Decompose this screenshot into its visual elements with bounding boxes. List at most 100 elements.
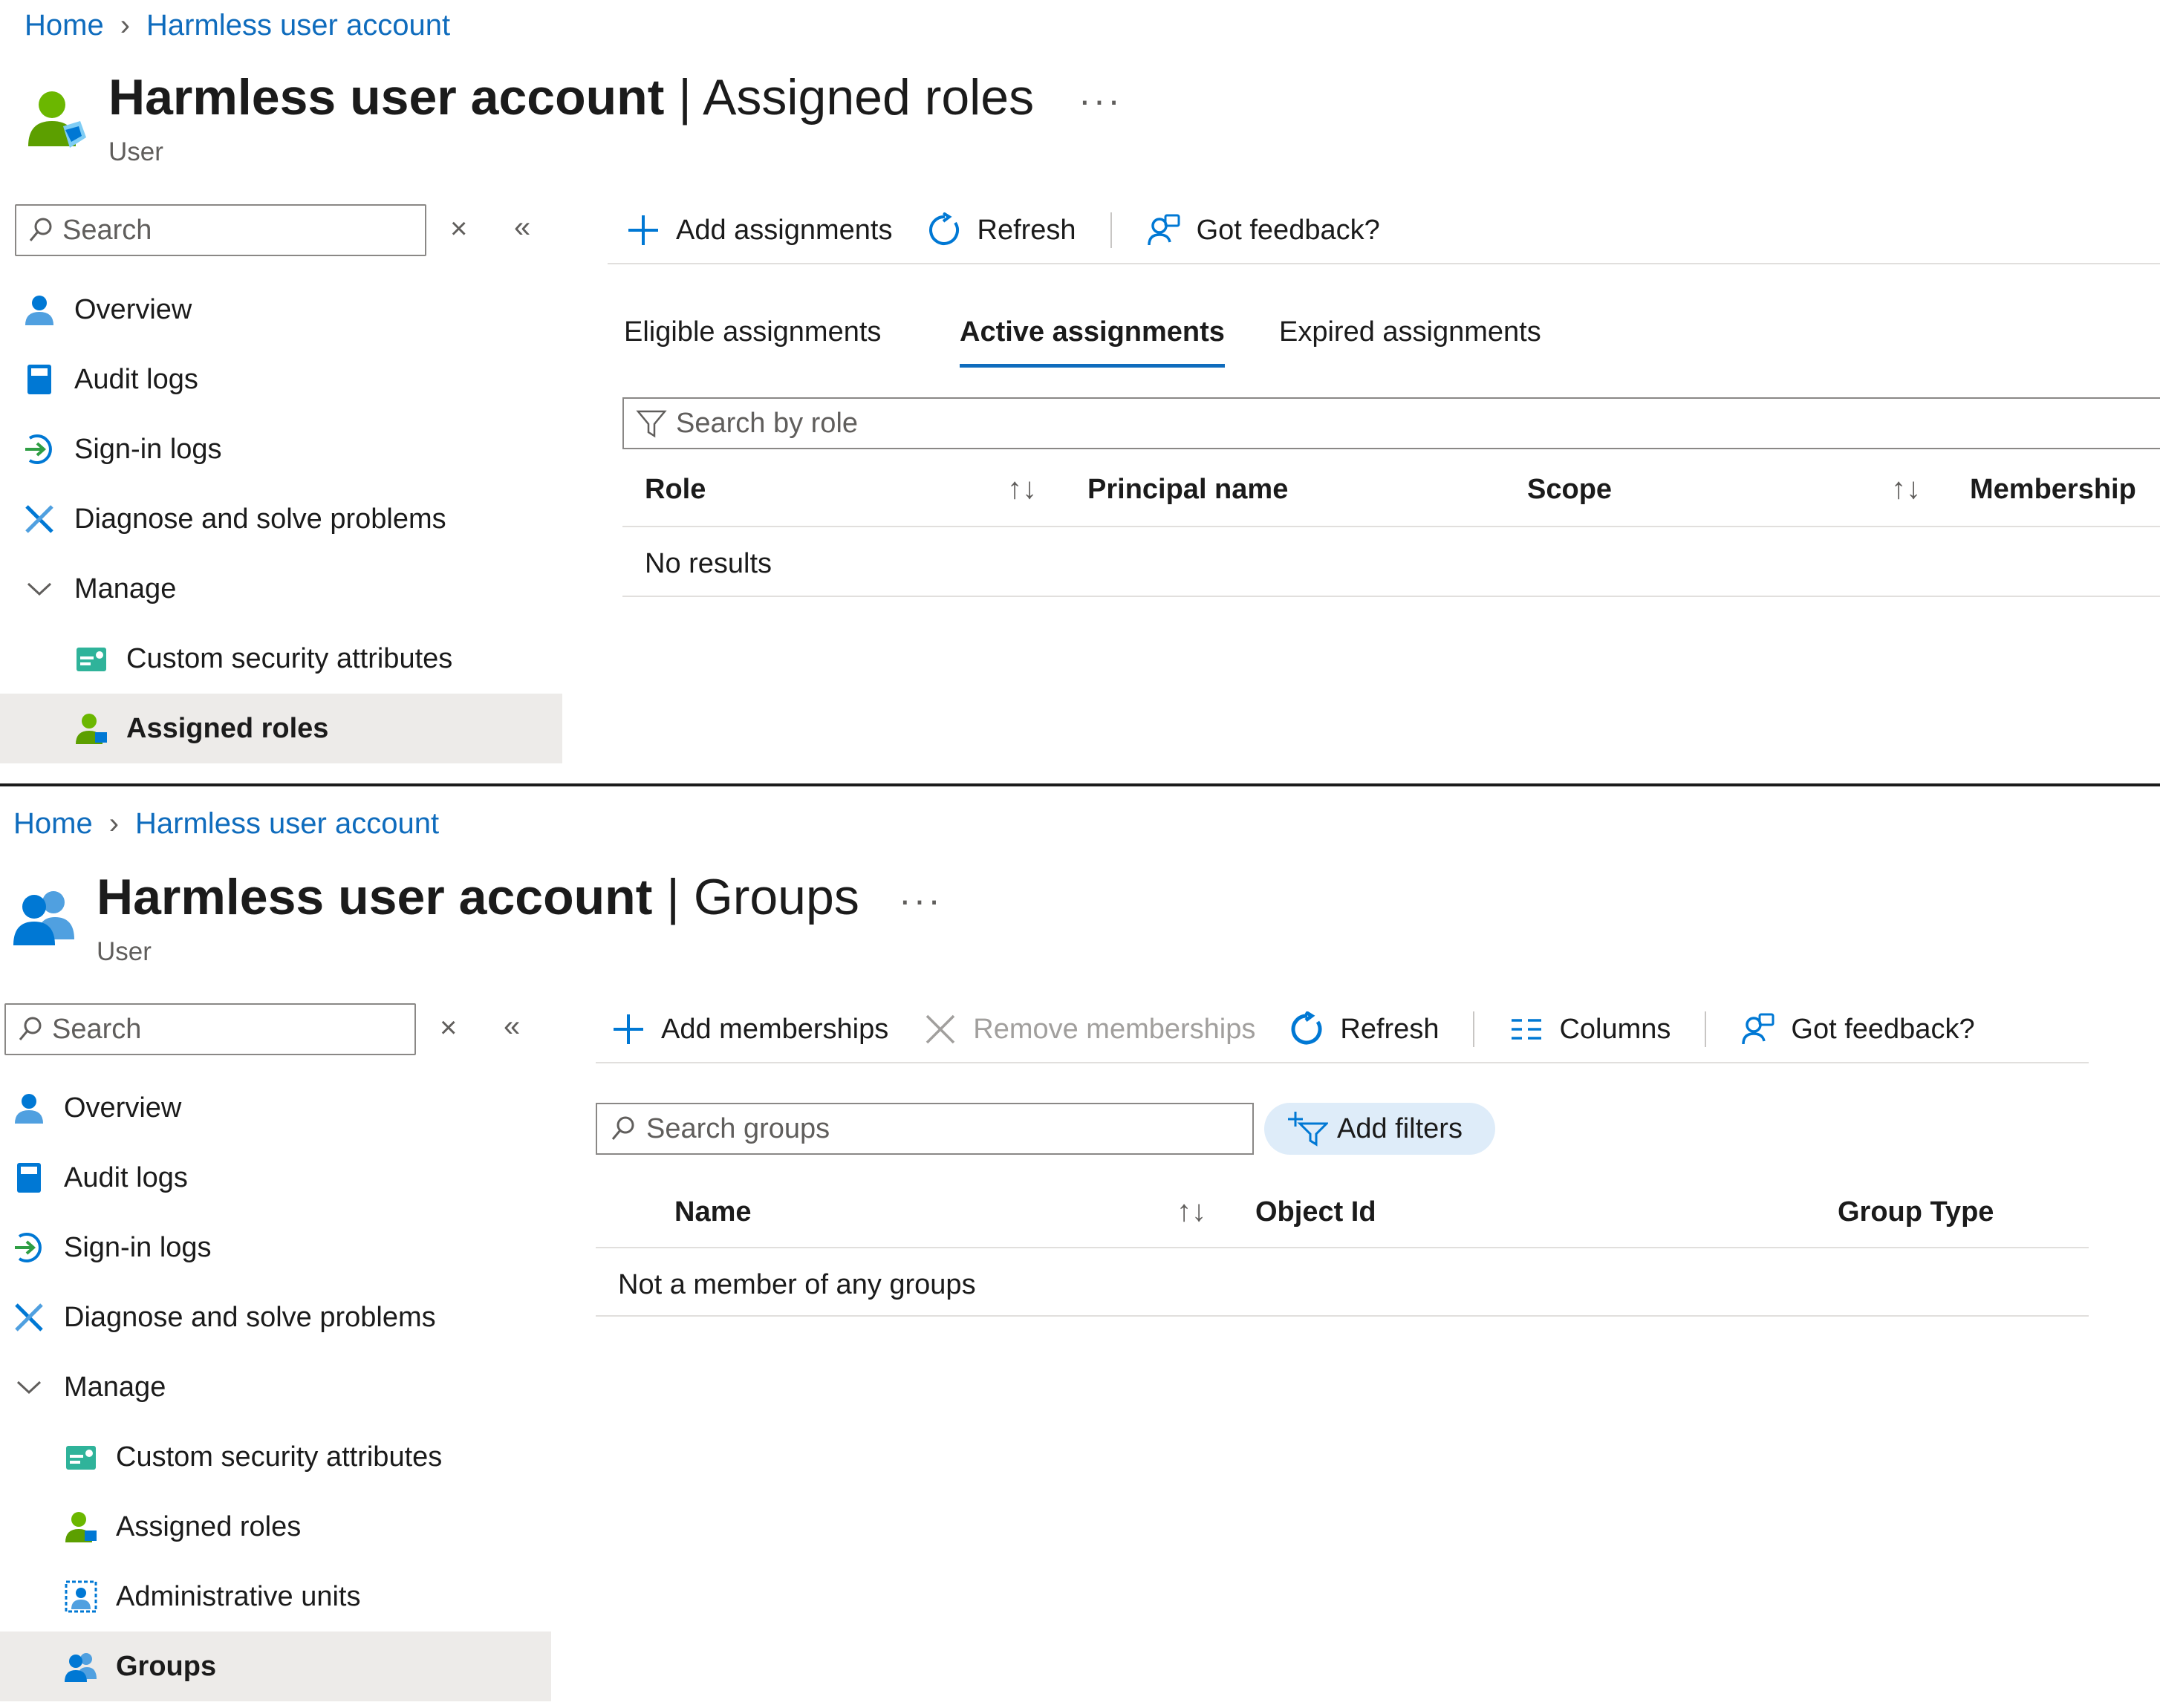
- breadcrumb-current-link[interactable]: Harmless user account: [146, 9, 450, 42]
- sidebar-item-custom-security-attributes[interactable]: Custom security attributes: [0, 624, 562, 694]
- empty-results-message: No results: [645, 548, 772, 579]
- sidebar-item-label: Assigned roles: [116, 1510, 302, 1542]
- header-divider: [596, 1247, 2089, 1248]
- filter-icon: [636, 410, 667, 438]
- assigned-roles-icon: [64, 1510, 98, 1544]
- chevron-down-icon: [22, 572, 56, 606]
- column-header-group-type[interactable]: Group Type: [1838, 1196, 1994, 1228]
- refresh-icon: [927, 212, 963, 248]
- command-bar: Add memberships Remove memberships Refre…: [596, 997, 2089, 1063]
- column-header-object-id[interactable]: Object Id: [1255, 1196, 1376, 1228]
- sidebar-nav: Overview Audit logs Sign-in logs Diagnos…: [0, 275, 562, 763]
- column-header-role[interactable]: Role: [645, 474, 706, 506]
- sidebar-item-assigned-roles[interactable]: Assigned roles: [0, 694, 562, 763]
- toolbar-divider: [1110, 212, 1112, 248]
- sidebar-item-label: Overview: [74, 293, 192, 325]
- refresh-button[interactable]: Refresh: [1289, 1011, 1439, 1047]
- clear-search-button[interactable]: ×: [440, 1011, 457, 1045]
- sidebar-group-manage[interactable]: Manage: [0, 1352, 551, 1422]
- sidebar-item-label: Manage: [64, 1371, 166, 1403]
- collapse-sidebar-button[interactable]: «: [514, 211, 530, 244]
- sidebar-item-audit-logs[interactable]: Audit logs: [0, 345, 562, 414]
- sort-role-icon[interactable]: ↑↓: [1007, 472, 1037, 506]
- column-header-principal-name[interactable]: Principal name: [1087, 474, 1288, 506]
- clear-search-button[interactable]: ×: [450, 212, 467, 246]
- sort-name-icon[interactable]: ↑↓: [1177, 1195, 1206, 1228]
- collapse-sidebar-button[interactable]: «: [504, 1010, 520, 1043]
- sidebar-nav: Overview Audit logs Sign-in logs Diagnos…: [0, 1073, 551, 1701]
- search-by-role-placeholder: Search by role: [676, 407, 859, 439]
- breadcrumb-current-link[interactable]: Harmless user account: [135, 807, 439, 841]
- add-memberships-button[interactable]: Add memberships: [611, 1011, 888, 1047]
- column-header-scope[interactable]: Scope: [1527, 474, 1612, 506]
- remove-memberships-label: Remove memberships: [973, 1013, 1256, 1045]
- row-divider: [622, 596, 2160, 597]
- breadcrumb-chevron-icon: ›: [120, 9, 131, 42]
- sort-scope-icon[interactable]: ↑↓: [1891, 472, 1921, 506]
- sidebar-item-label: Sign-in logs: [74, 433, 222, 465]
- more-options-button[interactable]: ···: [899, 879, 943, 922]
- sidebar-item-label: Audit logs: [64, 1161, 188, 1193]
- got-feedback-button[interactable]: Got feedback?: [1740, 1011, 1975, 1047]
- sidebar-item-label: Diagnose and solve problems: [74, 503, 446, 535]
- sidebar-item-assigned-roles[interactable]: Assigned roles: [0, 1492, 551, 1562]
- page-subtitle: User: [108, 137, 163, 166]
- sidebar-item-label: Overview: [64, 1092, 182, 1124]
- sidebar-search-placeholder: Search: [62, 214, 152, 246]
- sidebar-item-audit-logs[interactable]: Audit logs: [0, 1143, 551, 1213]
- assigned-roles-icon: [74, 711, 108, 746]
- wrench-icon: [12, 1300, 46, 1334]
- sidebar-group-manage[interactable]: Manage: [0, 554, 562, 624]
- admin-units-icon: [64, 1580, 98, 1614]
- column-header-membership[interactable]: Membership: [1970, 474, 2136, 506]
- remove-memberships-button[interactable]: Remove memberships: [923, 1011, 1255, 1047]
- sidebar-item-diagnose[interactable]: Diagnose and solve problems: [0, 1282, 551, 1352]
- sidebar-item-overview[interactable]: Overview: [0, 275, 562, 345]
- sidebar-item-diagnose[interactable]: Diagnose and solve problems: [0, 484, 562, 554]
- sidebar-search-input[interactable]: Search: [15, 204, 426, 256]
- breadcrumb: Home › Harmless user account: [25, 9, 450, 42]
- sidebar-item-overview[interactable]: Overview: [0, 1073, 551, 1143]
- sidebar-item-sign-in-logs[interactable]: Sign-in logs: [0, 414, 562, 484]
- refresh-label: Refresh: [977, 214, 1076, 246]
- sidebar-item-label: Manage: [74, 573, 177, 604]
- wrench-icon: [22, 502, 56, 536]
- tab-eligible-assignments[interactable]: Eligible assignments: [624, 316, 881, 348]
- sidebar-search-input[interactable]: Search: [4, 1003, 416, 1055]
- page-subtitle: User: [97, 937, 152, 966]
- sidebar-item-label: Diagnose and solve problems: [64, 1301, 436, 1333]
- columns-button[interactable]: Columns: [1509, 1011, 1671, 1047]
- add-filters-button[interactable]: Add filters: [1264, 1103, 1495, 1155]
- groups-header-icon: [10, 883, 77, 950]
- search-groups-input[interactable]: Search groups: [596, 1103, 1254, 1155]
- tab-active-assignments[interactable]: Active assignments: [960, 316, 1225, 368]
- columns-label: Columns: [1559, 1013, 1671, 1045]
- add-assignments-label: Add assignments: [676, 214, 893, 246]
- breadcrumb-home-link[interactable]: Home: [25, 9, 104, 42]
- close-icon: [923, 1011, 958, 1047]
- page-title: Harmless user account | Assigned roles: [108, 68, 1034, 126]
- add-assignments-button[interactable]: Add assignments: [625, 212, 893, 248]
- feedback-icon: [1146, 212, 1182, 248]
- sidebar-item-label: Groups: [116, 1650, 217, 1682]
- search-icon: [19, 1017, 42, 1040]
- column-header-name[interactable]: Name: [674, 1196, 752, 1228]
- sidebar-item-administrative-units[interactable]: Administrative units: [0, 1562, 551, 1632]
- page-title: Harmless user account | Groups: [97, 868, 859, 926]
- empty-groups-message: Not a member of any groups: [618, 1269, 976, 1300]
- search-by-role-input[interactable]: Search by role: [622, 397, 2160, 449]
- tab-expired-assignments[interactable]: Expired assignments: [1279, 316, 1541, 348]
- more-options-button[interactable]: ···: [1079, 79, 1122, 122]
- sidebar-item-custom-security-attributes[interactable]: Custom security attributes: [0, 1422, 551, 1492]
- add-memberships-label: Add memberships: [661, 1013, 889, 1045]
- sidebar-item-label: Sign-in logs: [64, 1231, 212, 1263]
- user-roles-header-icon: [22, 85, 89, 152]
- refresh-button[interactable]: Refresh: [927, 212, 1076, 248]
- sidebar-item-groups[interactable]: Groups: [0, 1632, 551, 1701]
- sign-in-icon: [12, 1231, 46, 1265]
- sidebar-item-sign-in-logs[interactable]: Sign-in logs: [0, 1213, 551, 1282]
- audit-log-icon: [22, 362, 56, 397]
- got-feedback-button[interactable]: Got feedback?: [1146, 212, 1380, 248]
- sidebar-item-label: Custom security attributes: [126, 642, 453, 674]
- breadcrumb-home-link[interactable]: Home: [13, 807, 93, 841]
